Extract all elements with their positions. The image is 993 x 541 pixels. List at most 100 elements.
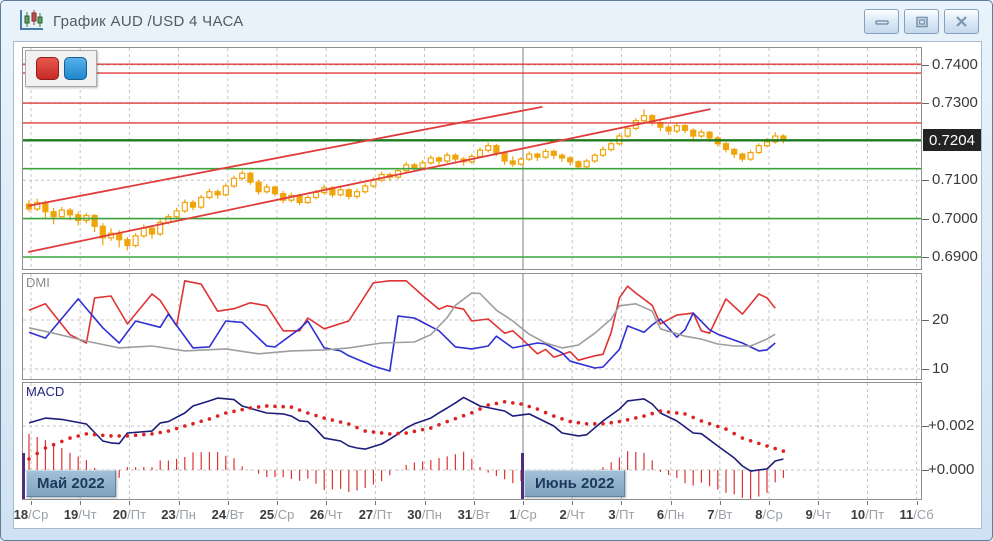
candle-body (748, 153, 753, 160)
candle (150, 226, 155, 239)
date-weekday: /Ср (763, 507, 783, 522)
order-buttons-box (25, 50, 97, 87)
date-axis-label: 7/Вт (693, 507, 747, 522)
candle-body (756, 146, 761, 153)
macd-signal-dot (568, 420, 572, 424)
dmi-panel[interactable]: DMI (22, 273, 922, 380)
date-tickmark (867, 501, 868, 505)
candle-body (264, 187, 269, 192)
macd-signal-dot (536, 407, 540, 411)
date-tickmark (326, 501, 327, 505)
macd-signal-dot (601, 422, 605, 426)
month-separator-line (22, 453, 25, 499)
date-tickmark (572, 501, 573, 505)
candle (683, 124, 688, 133)
candle-body (691, 130, 696, 136)
restore-button[interactable] (904, 9, 939, 34)
lower-channel-trendline (28, 109, 710, 252)
date-tickmark (375, 501, 376, 505)
candle (527, 151, 532, 161)
macd-signal-dot (413, 430, 417, 434)
axis-tickmark (922, 470, 929, 471)
axis-tickmark (922, 219, 929, 220)
date-weekday: /Чт (78, 507, 96, 522)
macd-signal-dot (380, 431, 384, 435)
date-day: 24 (212, 507, 226, 522)
date-weekday: /Пн (422, 507, 442, 522)
candle-body (494, 146, 499, 154)
macd-signal-dot (700, 419, 704, 423)
macd-signal-dot (741, 436, 745, 440)
macd-signal-dot (560, 417, 564, 421)
macd-signal-dot (421, 428, 425, 432)
macd-signal-dot (782, 449, 786, 453)
candle (691, 128, 696, 140)
macd-signal-dot (93, 433, 97, 437)
candle-body (174, 211, 179, 217)
macd-signal-dot (306, 411, 310, 415)
candle-body (699, 132, 704, 136)
minimize-button[interactable] (864, 9, 899, 34)
candle-body (199, 197, 204, 207)
candle (609, 142, 614, 152)
date-weekday: /Пт (616, 507, 635, 522)
candle-body (232, 178, 237, 186)
price-panel[interactable] (22, 47, 922, 270)
candle (51, 208, 56, 225)
macd-signal-dot (675, 411, 679, 415)
axis-tickmark (922, 257, 929, 258)
red-square-button[interactable] (36, 57, 59, 80)
price-axis-label: 0.6900 (932, 248, 978, 265)
candle-body (68, 210, 73, 215)
date-axis-label: 1/Ср (496, 507, 550, 522)
candle-body (207, 192, 212, 198)
macd-signal-dot (445, 420, 449, 424)
macd-signal-dot (527, 405, 531, 409)
close-button[interactable] (944, 9, 979, 34)
candle-body (256, 182, 261, 192)
macd-signal-dot (732, 432, 736, 436)
date-axis-label: 23/Пн (152, 507, 206, 522)
candle-body (707, 132, 712, 138)
date-weekday: /Пт (865, 507, 884, 522)
candle-body (453, 155, 458, 159)
blue-square-button[interactable] (64, 57, 87, 80)
macd-panel[interactable]: MACD (22, 382, 922, 500)
candle-body (519, 159, 524, 164)
date-weekday: /Ср (517, 507, 537, 522)
macd-signal-dot (618, 420, 622, 424)
candle-body (510, 161, 515, 164)
candle-body (502, 153, 507, 161)
price-axis-label: 0.7100 (932, 171, 978, 188)
candle (543, 149, 548, 159)
minimize-icon (875, 17, 889, 27)
date-tickmark (228, 501, 229, 505)
candle (486, 143, 491, 153)
candle-body (683, 126, 688, 131)
date-day: 20 (113, 507, 127, 522)
macd-signal-dot (716, 425, 720, 429)
candle-body (428, 158, 433, 163)
candle-body (543, 151, 548, 157)
macd-signal-dot (593, 422, 597, 426)
price-chart-canvas (23, 48, 921, 269)
candle (740, 153, 745, 162)
macd-signal-dot (552, 414, 556, 418)
macd-signal-dot (577, 421, 581, 425)
macd-axis-label: +0.000 (928, 461, 974, 478)
macd-signal-dot (634, 416, 638, 420)
candle (199, 195, 204, 209)
macd-signal-dot (281, 405, 285, 409)
date-tickmark (31, 501, 32, 505)
candle-body (76, 215, 81, 221)
candle-body (404, 165, 409, 171)
date-day: 3 (608, 507, 615, 522)
candle (404, 162, 409, 173)
title-bar[interactable]: График AUD /USD 4 ЧАСА (1, 1, 992, 41)
macd-signal-dot (355, 426, 359, 430)
macd-signal-dot (35, 452, 39, 456)
date-weekday: /Пт (127, 507, 146, 522)
candle-body (666, 127, 671, 131)
candle (133, 233, 138, 247)
macd-signal-dot (44, 446, 48, 450)
